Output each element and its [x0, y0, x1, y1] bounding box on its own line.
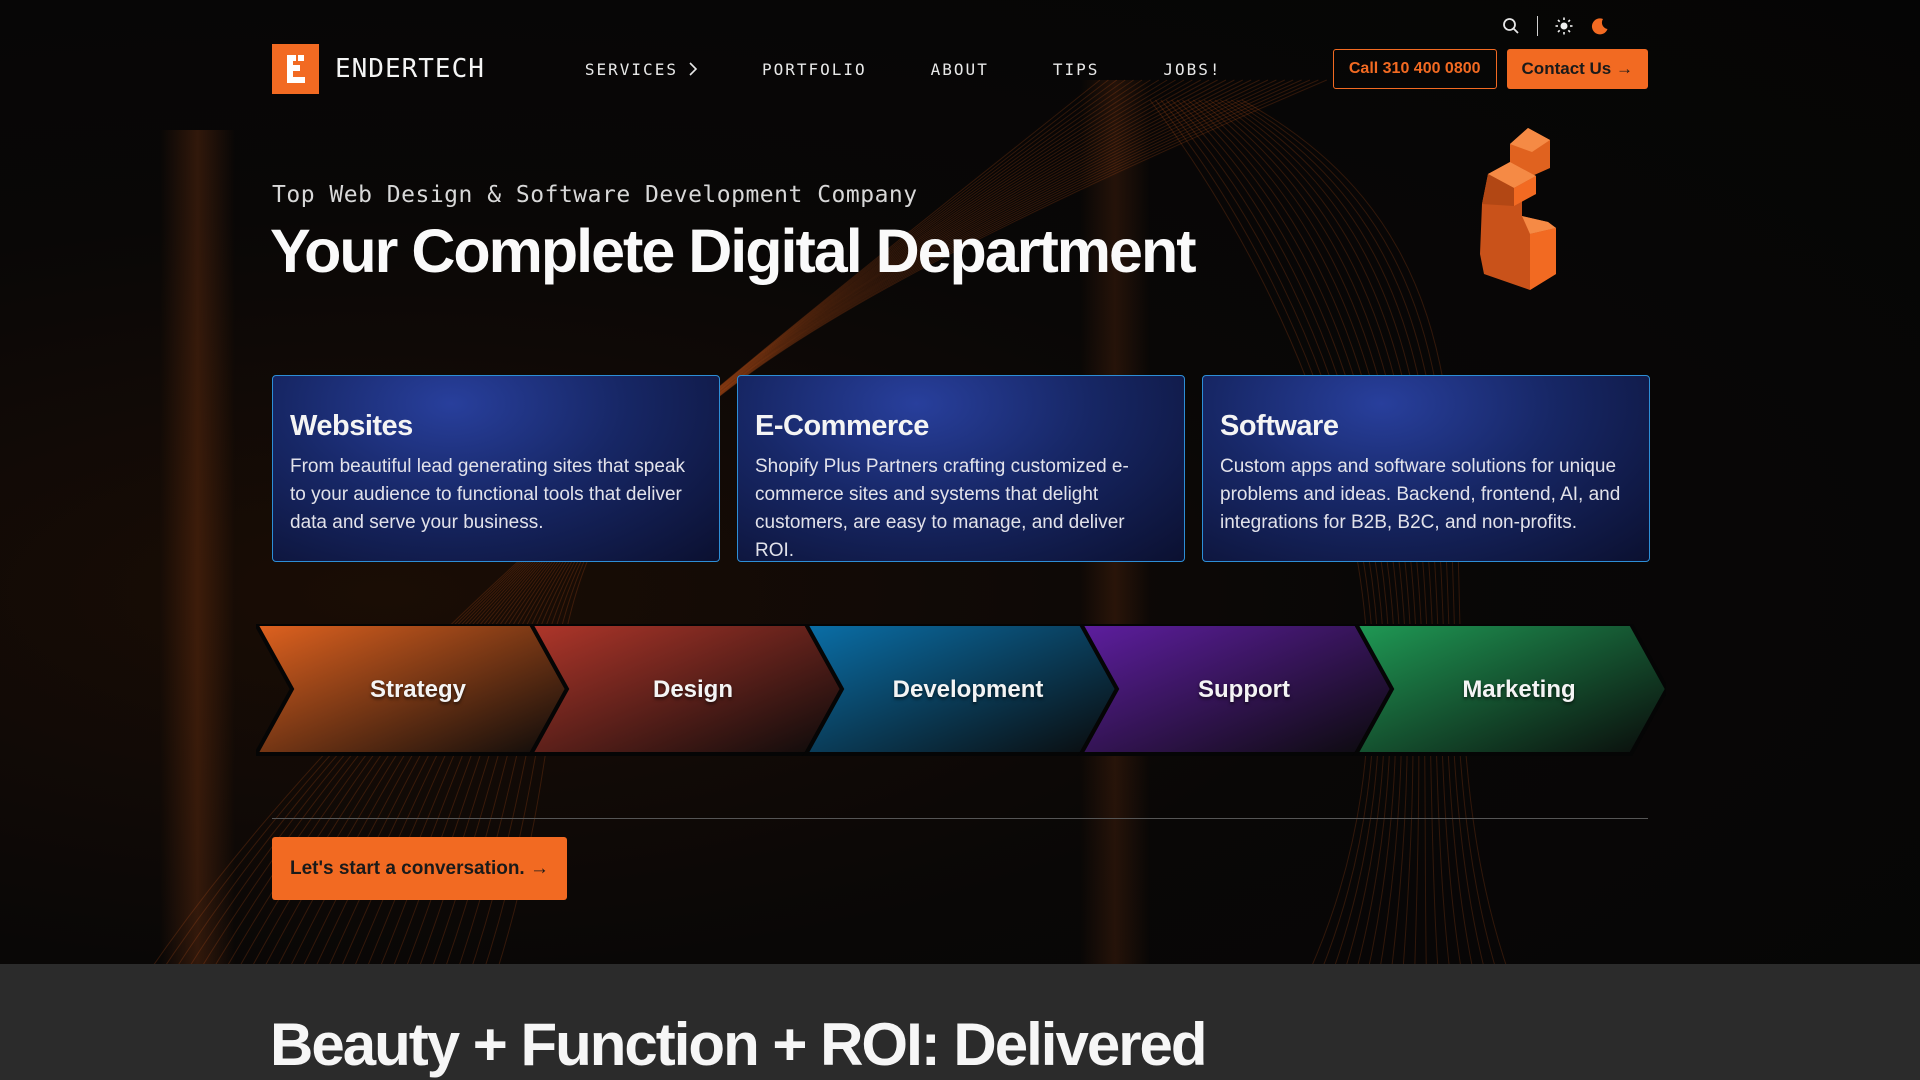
- card-websites[interactable]: Websites From beautiful lead generating …: [272, 375, 720, 562]
- nav-item-label: ABOUT: [930, 59, 989, 79]
- nav-item-tips[interactable]: TIPS: [1021, 60, 1132, 79]
- 3d-logo-icon: [1480, 128, 1556, 290]
- start-conversation-button[interactable]: Let's start a conversation. →: [272, 837, 567, 900]
- nav-item-label: PORTFOLIO: [761, 59, 867, 79]
- main-nav: SERVICES PORTFOLIO ABOUT TIPS JOBS!: [585, 60, 1254, 79]
- background-line: [1176, 99, 1397, 1080]
- card-ecommerce[interactable]: E-Commerce Shopify Plus Partners craftin…: [737, 375, 1185, 562]
- step-marketing[interactable]: Marketing: [1381, 624, 1657, 756]
- logo-text: ENDERTECH: [335, 54, 485, 84]
- nav-item-jobs[interactable]: JOBS!: [1131, 60, 1253, 79]
- background-line: [1198, 99, 1420, 1080]
- background-line: [1203, 99, 1431, 1080]
- section-title: Beauty + Function + ROI: Delivered: [270, 1011, 1208, 1078]
- section-divider: [272, 818, 1648, 819]
- card-text: Custom apps and software solutions for u…: [1220, 456, 1621, 533]
- step-design[interactable]: Design: [555, 624, 831, 756]
- chevron-right-icon: [689, 62, 698, 76]
- site-logo[interactable]: ENDERTECH: [272, 44, 485, 94]
- sun-icon[interactable]: [1554, 16, 1574, 36]
- utility-divider: [1537, 16, 1538, 36]
- background-line: [1214, 99, 1467, 1080]
- background-line: [1209, 99, 1449, 1080]
- background-line: [1225, 99, 1503, 1080]
- hero-title: Your Complete Digital Department: [270, 217, 1197, 285]
- moon-icon[interactable]: [1590, 16, 1610, 36]
- nav-item-portfolio[interactable]: PORTFOLIO: [730, 60, 899, 79]
- service-cards: Websites From beautiful lead generating …: [272, 375, 1650, 562]
- utility-bar: [1501, 14, 1610, 38]
- card-title: Software: [1220, 410, 1339, 442]
- site-header: ENDERTECH SERVICES PORTFOLIO ABOUT TIPS …: [272, 44, 1648, 94]
- call-button[interactable]: Call 310 400 0800: [1332, 49, 1497, 89]
- card-title: Websites: [290, 410, 413, 442]
- background-line: [1192, 99, 1414, 1080]
- nav-item-services[interactable]: SERVICES: [585, 60, 730, 79]
- hero-eyebrow: Top Web Design & Software Development Co…: [272, 182, 918, 208]
- card-title: E-Commerce: [755, 410, 929, 442]
- card-text: Shopify Plus Partners crafting customize…: [755, 456, 1129, 561]
- background-line: [1171, 99, 1392, 1080]
- contact-us-button[interactable]: Contact Us →: [1506, 49, 1648, 89]
- step-support[interactable]: Support: [1106, 624, 1382, 756]
- page: ENDERTECH SERVICES PORTFOLIO ABOUT TIPS …: [0, 0, 1920, 1080]
- nav-item-label: JOBS!: [1163, 59, 1222, 79]
- card-software[interactable]: Software Custom apps and software soluti…: [1202, 375, 1650, 562]
- header-actions: Call 310 400 0800 Contact Us →: [1332, 49, 1648, 89]
- nav-item-about[interactable]: ABOUT: [899, 60, 1021, 79]
- background-line: [1165, 99, 1386, 1080]
- nav-item-label: TIPS: [1052, 59, 1100, 79]
- nav-item-label: SERVICES: [584, 59, 678, 79]
- background-line: [1187, 99, 1408, 1080]
- process-chevrons: Strategy Design Development Support Mark…: [256, 624, 1666, 756]
- step-development[interactable]: Development: [830, 624, 1106, 756]
- step-strategy[interactable]: Strategy: [280, 624, 556, 756]
- background-line: [1182, 99, 1403, 1080]
- logo-mark-icon: [272, 44, 319, 94]
- card-text: From beautiful lead generating sites tha…: [290, 456, 686, 533]
- background-line: [1219, 99, 1485, 1080]
- search-icon[interactable]: [1501, 16, 1521, 36]
